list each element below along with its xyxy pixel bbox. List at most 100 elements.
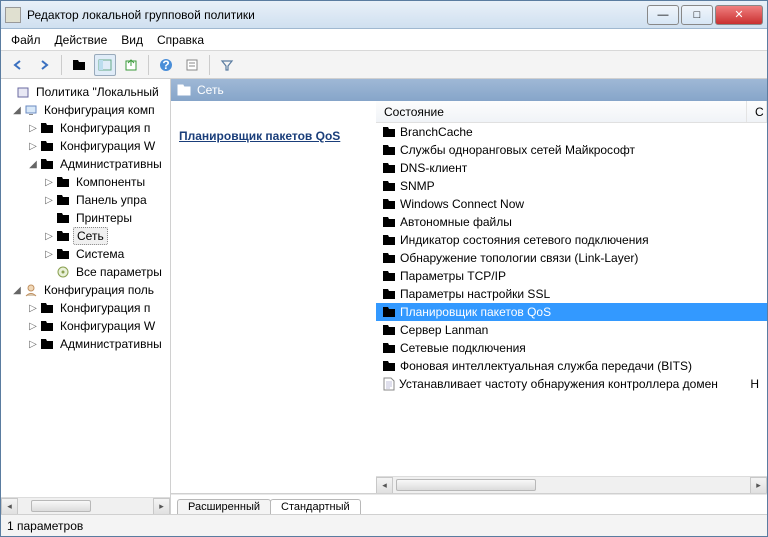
menubar: Файл Действие Вид Справка: [1, 29, 767, 51]
folder-open-icon: [55, 229, 71, 243]
tree-item[interactable]: Система: [73, 246, 127, 262]
menu-view[interactable]: Вид: [121, 33, 143, 47]
content-header: Сеть: [171, 79, 767, 101]
expand-icon[interactable]: ◢: [11, 105, 23, 116]
col-c[interactable]: С: [747, 101, 767, 122]
tree-item[interactable]: Административны: [57, 336, 165, 352]
user-icon: [23, 283, 39, 297]
folder-icon: [382, 360, 396, 372]
list-item[interactable]: Параметры настройки SSL: [376, 285, 767, 303]
tree-item[interactable]: Конфигурация W: [57, 318, 158, 334]
list-header: Состояние С: [376, 101, 767, 123]
expand-icon[interactable]: ◢: [27, 159, 39, 170]
policy-root-icon: [15, 85, 31, 99]
list-item-label: Параметры TCP/IP: [400, 269, 506, 283]
list-item[interactable]: Индикатор состояния сетевого подключения: [376, 231, 767, 249]
document-icon: [382, 377, 395, 391]
tab-standard[interactable]: Стандартный: [270, 499, 361, 514]
list-item-label: Индикатор состояния сетевого подключения: [400, 233, 649, 247]
list-item-label: Windows Connect Now: [400, 197, 524, 211]
status-text: 1 параметров: [7, 519, 83, 533]
list-item-label: Службы одноранговых сетей Майкрософт: [400, 143, 635, 157]
back-button[interactable]: [7, 54, 29, 76]
tree-item[interactable]: Принтеры: [73, 210, 135, 226]
tree-item[interactable]: Конфигурация W: [57, 138, 158, 154]
minimize-button[interactable]: —: [647, 5, 679, 25]
list-item[interactable]: Фоновая интеллектуальная служба передачи…: [376, 357, 767, 375]
list-item-label: Сервер Lanman: [400, 323, 488, 337]
expand-icon[interactable]: ▷: [43, 195, 55, 206]
tree-root[interactable]: Политика "Локальный: [33, 84, 162, 100]
show-tree-button[interactable]: [94, 54, 116, 76]
detail-heading: Планировщик пакетов QoS: [179, 129, 368, 143]
tree-item[interactable]: Все параметры: [73, 264, 165, 280]
expand-icon[interactable]: ▷: [27, 123, 39, 134]
tree-user-conf[interactable]: Конфигурация поль: [41, 282, 157, 298]
tree-item[interactable]: Административны: [57, 156, 165, 172]
computer-icon: [23, 103, 39, 117]
folder-icon: [382, 180, 396, 192]
properties-button[interactable]: [181, 54, 203, 76]
folder-icon: [382, 198, 396, 210]
expand-icon[interactable]: ▷: [43, 177, 55, 188]
tab-extended[interactable]: Расширенный: [177, 499, 271, 514]
list-item[interactable]: Службы одноранговых сетей Майкрософт: [376, 141, 767, 159]
expand-icon[interactable]: ▷: [27, 339, 39, 350]
list-item[interactable]: SNMP: [376, 177, 767, 195]
export-button[interactable]: [120, 54, 142, 76]
list-item[interactable]: DNS-клиент: [376, 159, 767, 177]
list-item-label: Автономные файлы: [400, 215, 512, 229]
tree-item[interactable]: Компоненты: [73, 174, 148, 190]
list-item[interactable]: Сервер Lanman: [376, 321, 767, 339]
list-item[interactable]: Обнаружение топологии связи (Link-Layer): [376, 249, 767, 267]
help-button[interactable]: ?: [155, 54, 177, 76]
list-item[interactable]: Планировщик пакетов QoS: [376, 303, 767, 321]
list-item-label: BranchCache: [400, 125, 473, 139]
forward-button[interactable]: [33, 54, 55, 76]
tree-panel: Политика "Локальный ◢ Конфигурация комп ▷…: [1, 79, 171, 514]
list-item-col2: Н: [750, 377, 767, 391]
list-item[interactable]: Параметры TCP/IP: [376, 267, 767, 285]
list-item[interactable]: Windows Connect Now: [376, 195, 767, 213]
col-state[interactable]: Состояние: [376, 101, 747, 122]
list-hscrollbar[interactable]: ◂ ▸: [376, 476, 767, 493]
tabs: Расширенный Стандартный: [171, 494, 767, 514]
folder-icon: [382, 342, 396, 354]
expand-icon[interactable]: ▷: [43, 231, 55, 242]
list-item-label: Сетевые подключения: [400, 341, 526, 355]
close-button[interactable]: ✕: [715, 5, 763, 25]
folder-icon: [382, 324, 396, 336]
filter-button[interactable]: [216, 54, 238, 76]
app-window: Редактор локальной групповой политики — …: [0, 0, 768, 537]
folder-icon: [177, 84, 191, 96]
folder-icon: [382, 144, 396, 156]
list-item[interactable]: Устанавливает частоту обнаружения контро…: [376, 375, 767, 393]
list-item[interactable]: BranchCache: [376, 123, 767, 141]
expand-icon[interactable]: ▷: [27, 321, 39, 332]
tree-item[interactable]: Конфигурация п: [57, 300, 153, 316]
list-item-label: Обнаружение топологии связи (Link-Layer): [400, 251, 638, 265]
folder-icon: [382, 162, 396, 174]
menu-file[interactable]: Файл: [11, 33, 41, 47]
window-title: Редактор локальной групповой политики: [27, 8, 647, 22]
content-header-title: Сеть: [197, 83, 224, 97]
folder-icon: [382, 234, 396, 246]
tree-item[interactable]: Конфигурация п: [57, 120, 153, 136]
up-button[interactable]: [68, 54, 90, 76]
tree-item-network[interactable]: Сеть: [73, 227, 108, 245]
expand-icon[interactable]: ▷: [27, 303, 39, 314]
expand-icon[interactable]: ▷: [43, 249, 55, 260]
list-item[interactable]: Сетевые подключения: [376, 339, 767, 357]
list-item[interactable]: Автономные файлы: [376, 213, 767, 231]
tree-comp-conf[interactable]: Конфигурация комп: [41, 102, 158, 118]
svg-text:?: ?: [162, 58, 169, 72]
list-item-label: SNMP: [400, 179, 435, 193]
menu-action[interactable]: Действие: [55, 33, 108, 47]
maximize-button[interactable]: □: [681, 5, 713, 25]
tree-hscrollbar[interactable]: ◂ ▸: [1, 497, 170, 514]
folder-icon: [382, 252, 396, 264]
expand-icon[interactable]: ◢: [11, 285, 23, 296]
tree-item[interactable]: Панель упра: [73, 192, 150, 208]
expand-icon[interactable]: ▷: [27, 141, 39, 152]
menu-help[interactable]: Справка: [157, 33, 204, 47]
